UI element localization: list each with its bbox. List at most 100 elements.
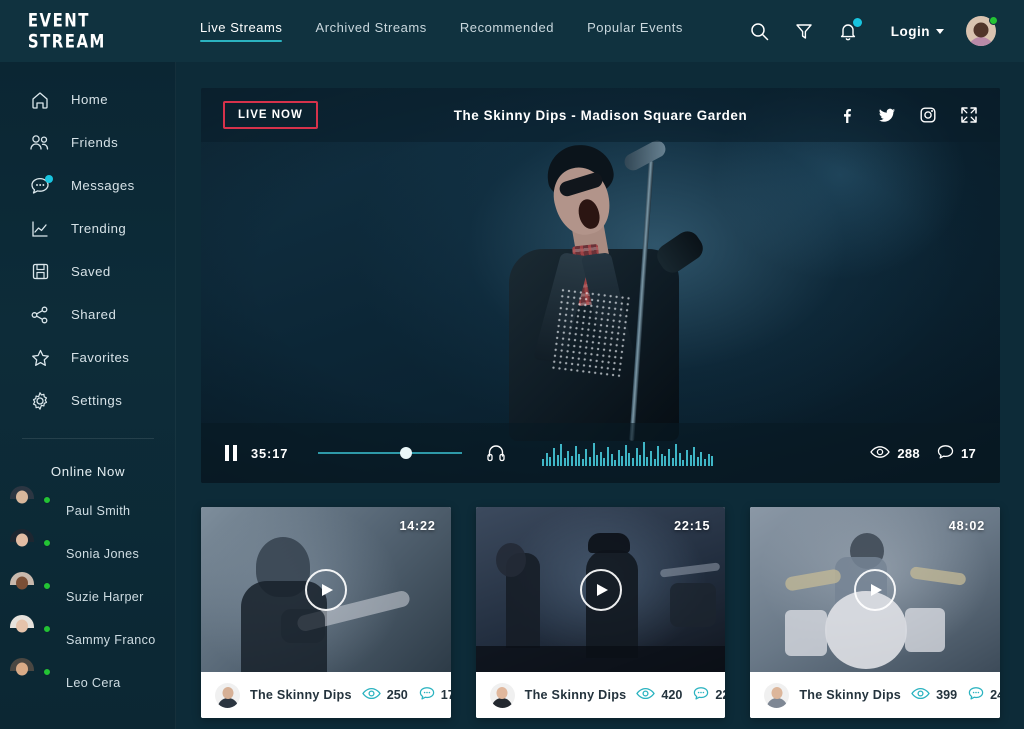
tab-archived-streams[interactable]: Archived Streams: [315, 20, 426, 42]
headphones-icon[interactable]: [486, 443, 506, 463]
sidebar-item-trending[interactable]: Trending: [0, 207, 176, 250]
messages-icon: [29, 174, 53, 197]
progress-slider[interactable]: [318, 446, 463, 460]
card-footer: The Skinny Dips 399 2: [750, 672, 1001, 718]
live-now-badge[interactable]: LIVE NOW: [223, 101, 318, 129]
sidebar-item-messages[interactable]: Messages: [0, 164, 176, 207]
card-thumbnail[interactable]: 48:02: [750, 507, 1001, 672]
sidebar-item-saved[interactable]: Saved: [0, 250, 176, 293]
comment-count-value: 22: [715, 688, 725, 702]
settings-gear-icon: [29, 390, 51, 412]
avatar-online-dot: [989, 16, 998, 25]
twitter-icon[interactable]: [878, 106, 896, 124]
video-player[interactable]: LIVE NOW The Skinny Dips - Madison Squar…: [201, 88, 1000, 483]
fullscreen-icon[interactable]: [960, 106, 978, 124]
friend-name: Sammy Franco: [66, 632, 156, 647]
channel-avatar: [764, 682, 790, 708]
comment-count: 22: [693, 686, 725, 704]
tab-popular-events[interactable]: Popular Events: [587, 20, 683, 42]
friend-avatar: [10, 657, 51, 697]
audio-waveform: [542, 440, 714, 466]
list-item[interactable]: Sammy Franco: [0, 614, 176, 661]
comment-count-value: 17: [440, 688, 451, 702]
list-item[interactable]: 48:02 The Skinny Dips 399 2: [750, 507, 1001, 718]
list-item[interactable]: Suzie Harper: [0, 571, 176, 618]
comment-count-value: 17: [960, 445, 976, 461]
view-count-value: 399: [936, 688, 958, 702]
sidebar-label-saved: Saved: [71, 264, 111, 279]
tab-live-streams[interactable]: Live Streams: [200, 20, 283, 42]
list-item[interactable]: 22:15 The Skinny Dips 420 2: [475, 507, 726, 718]
view-count: 399: [911, 687, 957, 703]
comment-count: 17: [937, 444, 976, 463]
play-button[interactable]: [579, 568, 622, 611]
comment-icon: [419, 686, 435, 704]
sidebar-label-favorites: Favorites: [71, 350, 130, 365]
video-card-list: 14:22 The Skinny Dips 250 1 22:15 The Sk…: [201, 507, 1001, 718]
friend-name: Sonia Jones: [66, 546, 140, 561]
shared-icon: [29, 304, 51, 326]
list-item[interactable]: Leo Cera: [0, 657, 176, 704]
notification-badge-dot: [852, 18, 862, 27]
play-button[interactable]: [304, 568, 347, 611]
view-count-value: 288: [897, 445, 920, 461]
sidebar-label-home: Home: [71, 92, 108, 107]
card-footer: The Skinny Dips 420 2: [475, 672, 726, 718]
sidebar-label-shared: Shared: [71, 307, 117, 322]
list-item[interactable]: Paul Smith: [0, 485, 176, 532]
friends-icon: [29, 132, 51, 154]
friend-avatar: [10, 485, 51, 525]
card-stats: 399 24: [911, 686, 1000, 704]
friend-online-dot: [43, 538, 51, 547]
sidebar-label-trending: Trending: [71, 221, 127, 236]
sidebar-item-favorites[interactable]: Favorites: [0, 336, 176, 379]
comment-icon: [968, 686, 984, 704]
channel-avatar: [489, 682, 515, 708]
sidebar-item-shared[interactable]: Shared: [0, 293, 176, 336]
brand-logo[interactable]: EVENT STREAM: [0, 10, 169, 52]
slider-knob[interactable]: [400, 447, 413, 459]
player-share-actions: [837, 106, 978, 124]
play-button[interactable]: [854, 568, 897, 611]
card-thumbnail[interactable]: 14:22: [201, 507, 451, 672]
comment-count: 24: [968, 686, 1000, 704]
eye-icon: [361, 687, 381, 703]
channel-name: The Skinny Dips: [250, 688, 352, 702]
comment-icon: [937, 444, 954, 463]
trending-icon: [29, 218, 51, 240]
view-count-value: 420: [661, 688, 683, 702]
friend-avatar: [10, 614, 51, 654]
instagram-icon[interactable]: [919, 106, 937, 124]
friend-online-dot: [43, 581, 51, 590]
list-item[interactable]: Sonia Jones: [0, 528, 176, 575]
list-item[interactable]: 14:22 The Skinny Dips 250 1: [201, 507, 451, 718]
main-nav: Live Streams Archived Streams Recommende…: [200, 20, 683, 42]
login-menu[interactable]: Login: [891, 24, 944, 39]
friend-avatar: [10, 571, 51, 611]
card-stats: 250 17: [361, 686, 451, 704]
online-now-heading: Online Now: [50, 464, 126, 479]
view-count-value: 250: [386, 688, 408, 702]
player-controls: 35:17 288 17: [201, 423, 1000, 483]
search-icon[interactable]: [749, 20, 771, 42]
avatar[interactable]: [966, 16, 998, 46]
sidebar-item-settings[interactable]: Settings: [0, 379, 176, 422]
card-duration: 22:15: [674, 519, 711, 533]
header-actions: Login: [749, 16, 1024, 46]
friend-name: Leo Cera: [66, 675, 121, 690]
messages-badge-dot: [45, 174, 53, 183]
card-thumbnail[interactable]: 22:15: [475, 507, 726, 672]
card-stats: 420 22: [636, 686, 725, 704]
comment-count-value: 24: [990, 688, 1000, 702]
sidebar-item-friends[interactable]: Friends: [0, 121, 176, 164]
top-header: EVENT STREAM Live Streams Archived Strea…: [0, 0, 1024, 62]
sidebar-item-home[interactable]: Home: [0, 78, 176, 121]
tab-recommended[interactable]: Recommended: [460, 20, 554, 42]
notification-bell-icon[interactable]: [837, 18, 862, 42]
login-label: Login: [890, 23, 930, 39]
pause-button[interactable]: [225, 445, 237, 461]
facebook-icon[interactable]: [837, 106, 855, 124]
eye-icon: [870, 445, 891, 462]
filter-icon[interactable]: [793, 20, 815, 42]
view-count: 250: [361, 687, 408, 703]
